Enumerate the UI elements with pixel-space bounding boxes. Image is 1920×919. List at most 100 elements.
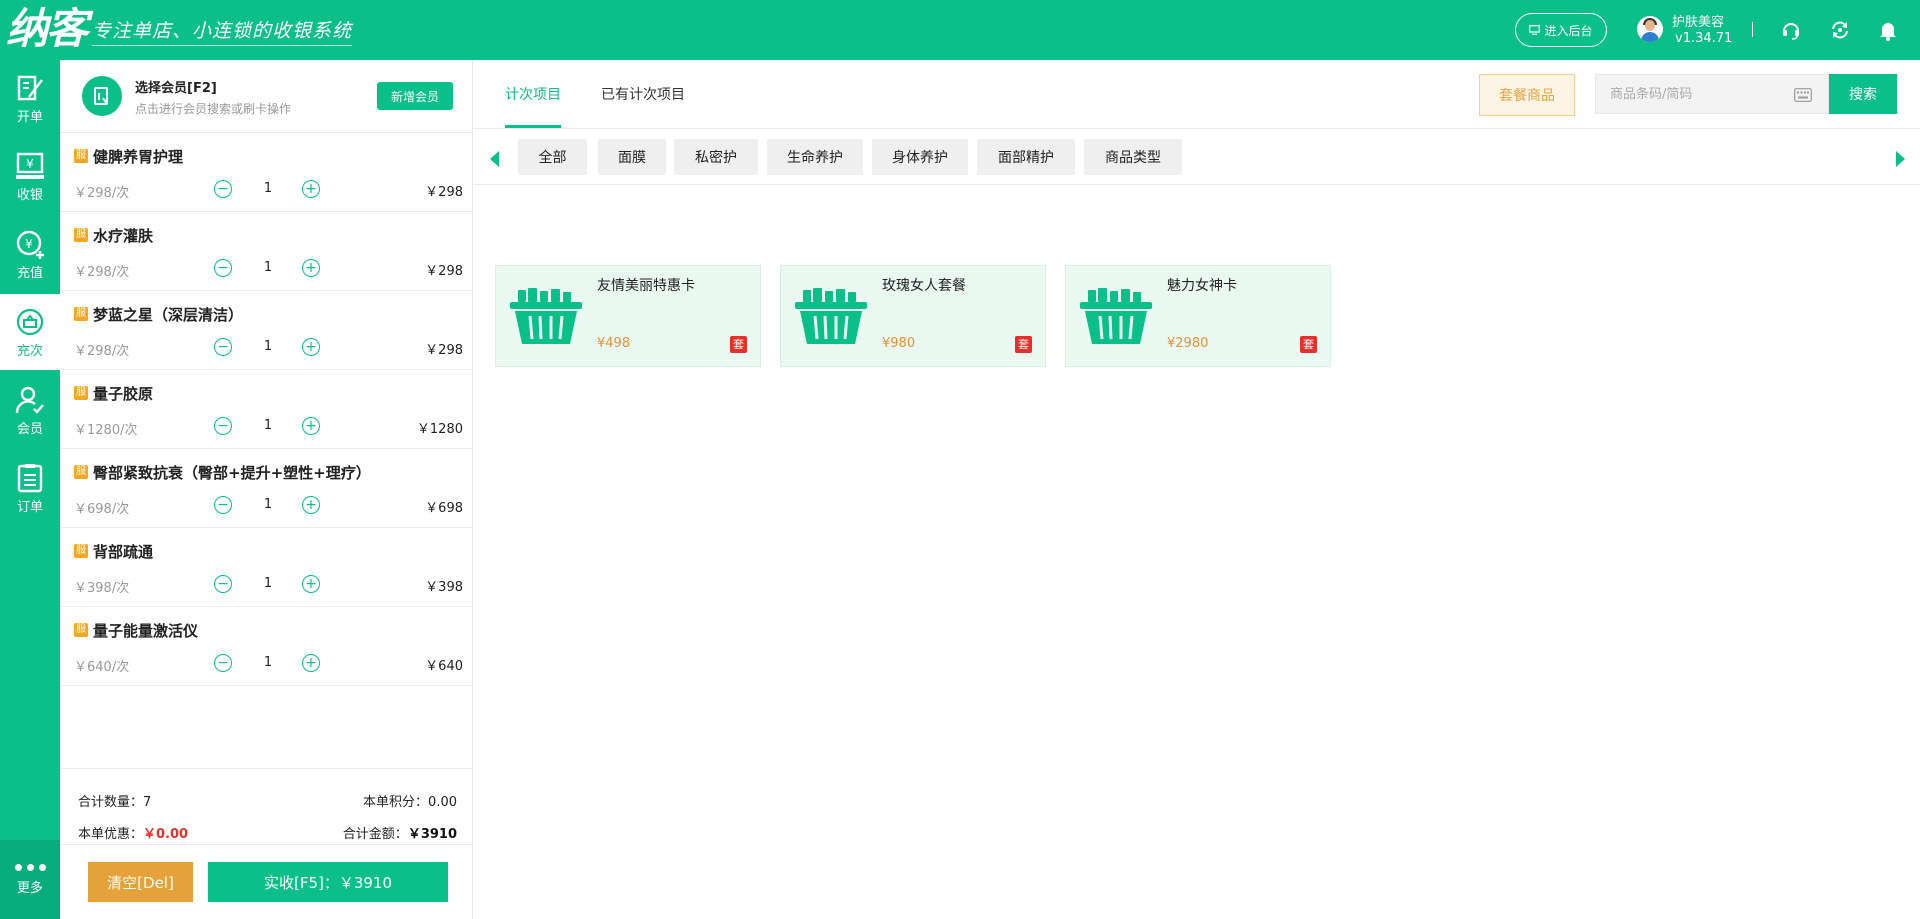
tab-count-items[interactable]: 计次项目 <box>505 84 561 104</box>
top-divider <box>1752 22 1753 37</box>
product-card[interactable]: 魅力女神卡 ¥2980 套 <box>1065 265 1331 367</box>
service-tag: 服 <box>74 307 88 321</box>
category-bar: 全部 面膜 私密护 生命养护 身体养护 面部精护 商品类型 <box>474 129 1920 185</box>
order-points: 本单积分：0.00 <box>363 795 457 810</box>
category-chip[interactable]: 生命养护 <box>767 139 863 175</box>
cart-item-row[interactable]: 服健脾养胃护理 ￥298/次 − 1 + ￥298 <box>60 133 473 212</box>
user-avatar[interactable] <box>1637 16 1663 42</box>
search-box <box>1595 74 1829 114</box>
monitor-icon <box>1529 25 1541 35</box>
bell-icon[interactable] <box>1877 19 1899 41</box>
decrease-quantity-button[interactable]: − <box>214 575 232 593</box>
category-chip[interactable]: 面膜 <box>598 139 666 175</box>
service-tag: 服 <box>74 544 88 558</box>
nav-item-checkout[interactable]: ¥ 收银 <box>0 138 60 214</box>
cart-item-row[interactable]: 服背部疏通 ￥398/次 − 1 + ￥398 <box>60 528 473 607</box>
increase-quantity-button[interactable]: + <box>302 180 320 198</box>
clear-cart-button[interactable]: 清空[Del] <box>88 862 193 902</box>
category-chip[interactable]: 身体养护 <box>872 139 968 175</box>
product-price: ¥498 <box>597 336 631 351</box>
basket-icon <box>510 288 582 344</box>
search-button[interactable]: 搜索 <box>1829 74 1897 114</box>
cart-item-quantity[interactable]: 1 <box>258 576 278 591</box>
product-card[interactable]: 友情美丽特惠卡 ¥498 套 <box>495 265 761 367</box>
refresh-icon[interactable] <box>1829 19 1851 41</box>
enter-backend-label: 进入后台 <box>1544 23 1593 38</box>
product-name: 魅力女神卡 <box>1167 278 1237 294</box>
service-tag: 服 <box>74 228 88 242</box>
cart-item-row[interactable]: 服臀部紧致抗衰（臀部+提升+塑性+理疗） ￥698/次 − 1 + ￥698 <box>60 449 473 528</box>
increase-quantity-button[interactable]: + <box>302 259 320 277</box>
cart-item-unit-price: ￥298/次 <box>74 265 130 280</box>
category-chip[interactable]: 面部精护 <box>977 139 1075 175</box>
enter-backend-button[interactable]: 进入后台 <box>1515 13 1607 47</box>
cart-item-row[interactable]: 服水疗灌肤 ￥298/次 − 1 + ￥298 <box>60 212 473 291</box>
tab-existing-count-items[interactable]: 已有计次项目 <box>601 84 685 104</box>
cart-item-row[interactable]: 服梦蓝之星（深层清洁） ￥298/次 − 1 + ￥298 <box>60 291 473 370</box>
increase-quantity-button[interactable]: + <box>302 496 320 514</box>
cart-item-quantity[interactable]: 1 <box>258 655 278 670</box>
search-input[interactable] <box>1610 86 1790 102</box>
package-badge: 套 <box>1015 336 1032 353</box>
cart-item-quantity[interactable]: 1 <box>258 260 278 275</box>
product-name: 友情美丽特惠卡 <box>597 278 695 294</box>
nav-item-open-order[interactable]: 开单 <box>0 60 60 136</box>
user-name: 护肤美容 <box>1672 15 1725 30</box>
category-chip[interactable]: 私密护 <box>674 139 758 175</box>
cart-item-amount: ￥698 <box>425 501 463 516</box>
cart-item-row[interactable]: 服量子胶原 ￥1280/次 − 1 + ￥1280 <box>60 370 473 449</box>
nav-label: 充值 <box>16 265 43 281</box>
service-tag: 服 <box>74 465 88 479</box>
decrease-quantity-button[interactable]: − <box>214 338 232 356</box>
category-chip[interactable]: 商品类型 <box>1084 139 1182 175</box>
cart-item-unit-price: ￥398/次 <box>74 581 130 596</box>
yen-register-icon: ¥ <box>16 152 44 179</box>
cart-item-quantity[interactable]: 1 <box>258 339 278 354</box>
increase-quantity-button[interactable]: + <box>302 575 320 593</box>
decrease-quantity-button[interactable]: − <box>214 496 232 514</box>
service-tag: 服 <box>74 386 88 400</box>
package-badge: 套 <box>1300 336 1317 353</box>
cart-item-quantity[interactable]: 1 <box>258 418 278 433</box>
cart-list: 服健脾养胃护理 ￥298/次 −1 + ￥298 服水疗灌肤 ￥298/次 −1 + ￥298 服梦… <box>60 133 473 686</box>
cart-item-quantity[interactable]: 1 <box>258 181 278 196</box>
cart-item-quantity[interactable]: 1 <box>258 497 278 512</box>
nav-item-recharge-count[interactable]: 充次 <box>0 294 60 370</box>
nav-item-recharge[interactable]: ¥ 充值 <box>0 216 60 292</box>
logo-text: 纳客 <box>6 4 88 53</box>
main-area: 计次项目 已有计次项目 套餐商品 搜索 全部面膜私密护生命养护身体养护面部精护商… <box>474 60 1920 919</box>
tabs-bar: 计次项目 已有计次项目 套餐商品 搜索 <box>474 60 1920 129</box>
headset-icon[interactable] <box>1780 19 1802 41</box>
cart-item-unit-price: ￥298/次 <box>74 344 130 359</box>
decrease-quantity-button[interactable]: − <box>214 259 232 277</box>
cart-panel: 选择会员[F2] 点击进行会员搜索或刷卡操作 新增会员 服健脾养胃护理 ￥298/… <box>60 60 473 919</box>
category-scroll-right-icon[interactable] <box>1896 151 1905 167</box>
product-name: 玫瑰女人套餐 <box>882 278 966 294</box>
keyboard-icon[interactable] <box>1794 88 1812 102</box>
increase-quantity-button[interactable]: + <box>302 654 320 672</box>
cart-item-row[interactable]: 服量子能量激活仪 ￥640/次 − 1 + ￥640 <box>60 607 473 686</box>
cart-item-amount: ￥298 <box>425 343 463 358</box>
cart-item-unit-price: ￥1280/次 <box>74 423 138 438</box>
category-scroll-left-icon[interactable] <box>490 151 499 167</box>
increase-quantity-button[interactable]: + <box>302 417 320 435</box>
cart-item-amount: ￥1280 <box>416 422 463 437</box>
total-amount: 合计金额：￥3910 <box>342 827 457 842</box>
decrease-quantity-button[interactable]: − <box>214 180 232 198</box>
nav-item-more[interactable]: 更多 <box>0 840 60 919</box>
decrease-quantity-button[interactable]: − <box>214 417 232 435</box>
increase-quantity-button[interactable]: + <box>302 338 320 356</box>
recharge-count-icon <box>16 308 44 335</box>
recharge-icon: ¥ <box>16 230 44 259</box>
decrease-quantity-button[interactable]: − <box>214 654 232 672</box>
member-select-bar[interactable]: 选择会员[F2] 点击进行会员搜索或刷卡操作 新增会员 <box>60 60 473 133</box>
nav-label: 收银 <box>16 187 43 203</box>
cart-item-name: 梦蓝之星（深层清洁） <box>93 306 244 324</box>
checkout-pay-button[interactable]: 实收[F5]：￥3910 <box>208 862 448 902</box>
package-products-button[interactable]: 套餐商品 <box>1479 74 1575 116</box>
new-member-button[interactable]: 新增会员 <box>377 82 453 110</box>
category-chip[interactable]: 全部 <box>518 139 587 175</box>
nav-item-orders[interactable]: 订单 <box>0 450 60 526</box>
product-card[interactable]: 玫瑰女人套餐 ¥980 套 <box>780 265 1046 367</box>
nav-item-member[interactable]: 会员 <box>0 372 60 448</box>
